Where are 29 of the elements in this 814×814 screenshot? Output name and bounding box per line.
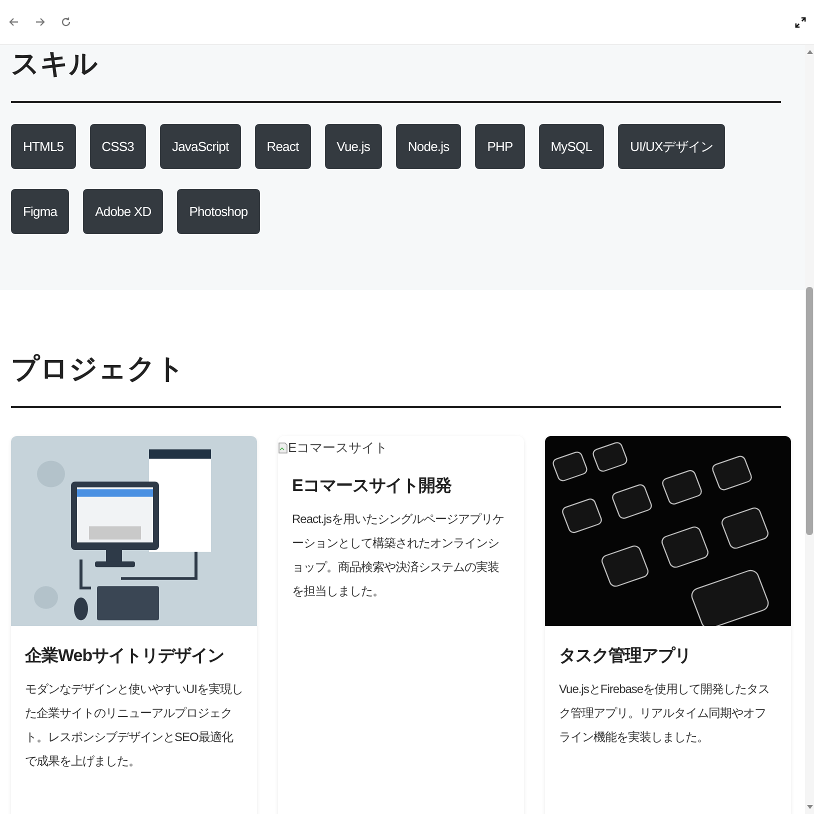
skill-tag: Node.js [396, 124, 462, 169]
section-heading: スキル [11, 45, 781, 103]
scroll-up-icon[interactable] [806, 48, 814, 56]
card-description: モダンなデザインと使いやすいUIを実現した企業サイトのリニューアルプロジェクト。レスポンシブデザインとSEO最適化で成果を上げました。 [25, 681, 243, 770]
section-heading: プロジェクト [11, 350, 781, 408]
forward-icon[interactable] [34, 16, 46, 28]
skill-tag: CSS3 [90, 124, 146, 169]
skill-tag: Photoshop [177, 189, 260, 234]
card-title: 企業Webサイトリデザイン [25, 645, 226, 667]
broken-image-icon [278, 442, 288, 454]
card-description: React.jsを用いたシングルページアプリケーションとして構築されたオンラインショップ。商品検索や決済システムの実装を担当しました。 [292, 511, 505, 600]
reload-icon[interactable] [60, 16, 72, 28]
scrollbar[interactable] [805, 45, 814, 814]
skill-tag: UI/UXデザイン [618, 124, 726, 169]
card-title: タスク管理アプリ [559, 645, 692, 667]
back-icon[interactable] [8, 16, 20, 28]
scroll-down-icon[interactable] [806, 803, 814, 811]
skill-tag: HTML5 [11, 124, 76, 169]
image-alt-text: Eコマースサイト [288, 439, 388, 457]
skill-tag: PHP [475, 124, 525, 169]
expand-icon[interactable] [795, 16, 806, 28]
card-description: Vue.jsとFirebaseを使用して開発したタスク管理アプリ。リアルタイム同期やオフライン機能を実装しました。 [559, 681, 771, 746]
skill-tag: Vue.js [324, 124, 382, 169]
skill-tag: Figma [11, 189, 70, 234]
skill-tag: JavaScript [160, 124, 241, 169]
skill-tag: MySQL [538, 124, 604, 169]
card-title: Eコマースサイト開発 [292, 475, 453, 497]
skill-tag: React [254, 124, 311, 169]
skill-tag: Adobe XD [83, 189, 164, 234]
